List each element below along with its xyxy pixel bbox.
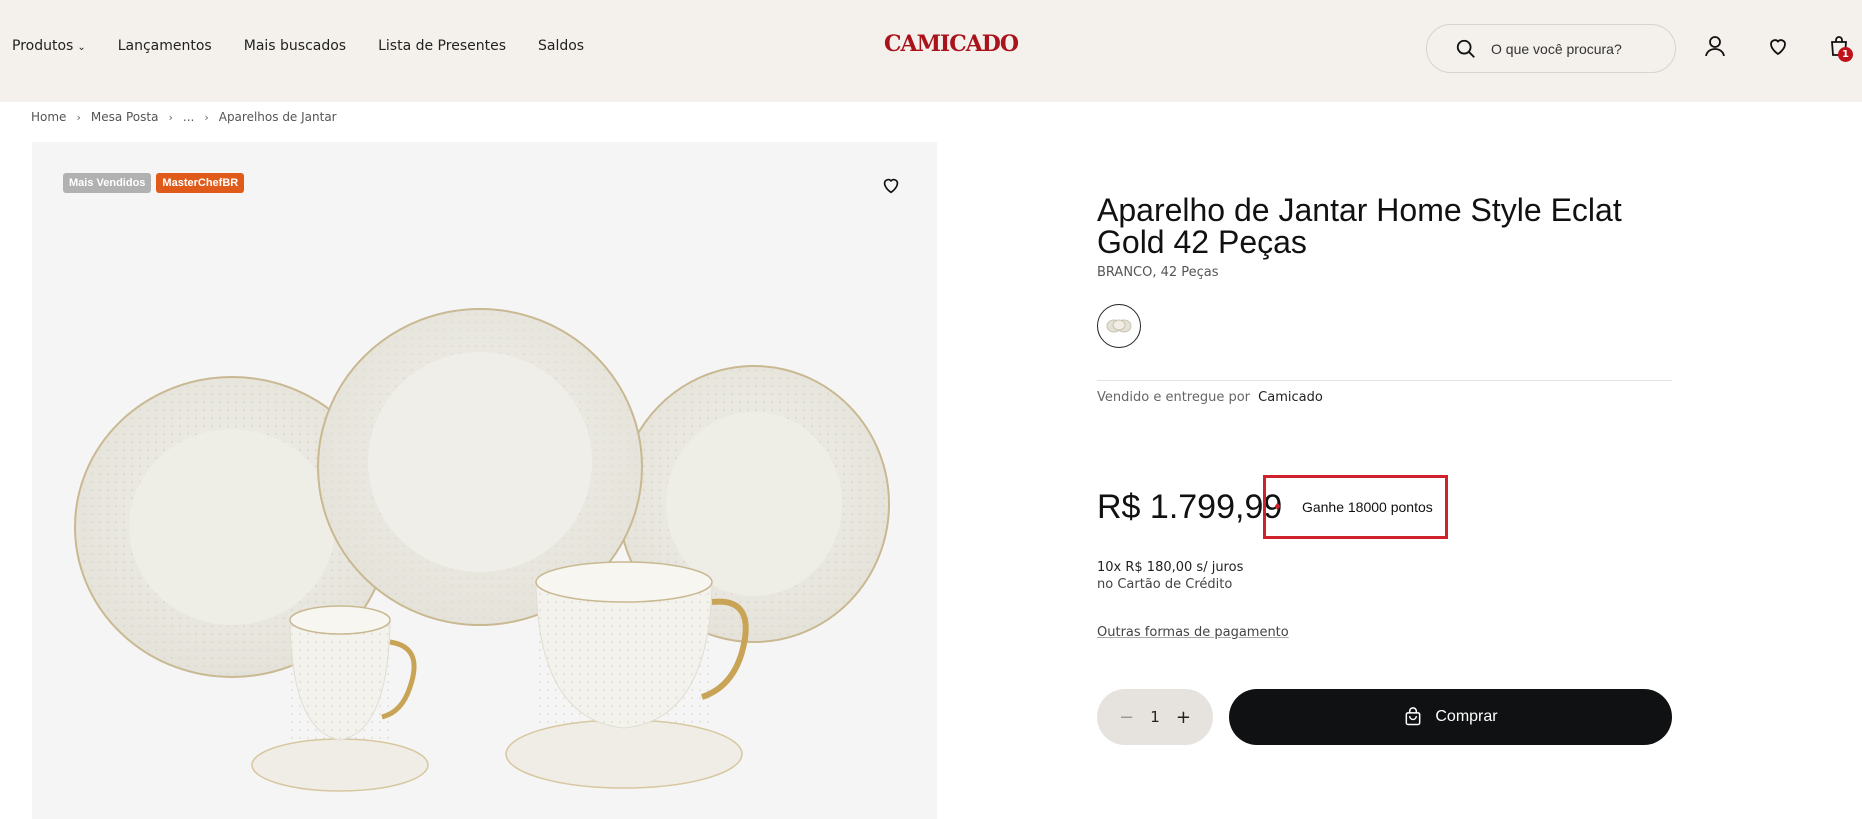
seller-info: Vendido e entregue por Camicado: [1097, 390, 1323, 405]
plus-icon[interactable]: +: [1176, 707, 1191, 728]
quantity-stepper[interactable]: − 1 +: [1097, 689, 1213, 745]
site-header: Produtos ⌄ Lançamentos Mais buscados Lis…: [0, 0, 1862, 102]
seller-name[interactable]: Camicado: [1258, 390, 1323, 405]
cart-count-badge: 1: [1838, 47, 1853, 62]
shopping-bag-icon: [1405, 707, 1421, 726]
installment-text: 10x R$ 180,00 s/ juros: [1097, 560, 1244, 575]
buy-button-label: Comprar: [1435, 708, 1498, 725]
heart-icon[interactable]: [1766, 34, 1790, 58]
main-nav: Produtos ⌄ Lançamentos Mais buscados Lis…: [12, 38, 616, 54]
installment-info: 10x R$ 180,00 s/ juros no Cartão de Créd…: [1097, 559, 1243, 593]
user-icon[interactable]: [1703, 34, 1727, 58]
product-price: R$ 1.799,99: [1097, 488, 1283, 526]
product-title: Aparelho de Jantar Home Style Eclat Gold…: [1097, 192, 1622, 260]
breadcrumb-ellipsis[interactable]: ...: [183, 110, 194, 124]
product-photo: [74, 308, 890, 792]
breadcrumb-home[interactable]: Home: [31, 110, 66, 124]
section-divider: [1097, 380, 1672, 381]
nav-item-produtos[interactable]: Produtos ⌄: [12, 38, 86, 54]
nav-item-mais-buscados[interactable]: Mais buscados: [244, 38, 346, 54]
product-variant: BRANCO, 42 Peças: [1097, 265, 1219, 280]
quantity-value: 1: [1150, 708, 1160, 726]
chevron-down-icon: ⌄: [77, 41, 86, 53]
installment-subtext: no Cartão de Crédito: [1097, 577, 1233, 592]
seller-label: Vendido e entregue por: [1097, 390, 1251, 405]
product-image-gallery[interactable]: Mais Vendidos MasterChefBR: [32, 142, 937, 819]
search-bar[interactable]: [1426, 24, 1676, 73]
chevron-right-icon: ›: [168, 110, 173, 124]
loyalty-points-box: ♦ Ganhe 18000 pontos: [1263, 475, 1448, 539]
nav-item-label: Lista de Presentes: [378, 38, 506, 54]
search-input[interactable]: [1491, 40, 1651, 57]
swatch-thumbnail: [1106, 319, 1132, 333]
nav-item-label: Produtos: [12, 38, 74, 54]
other-payments-link[interactable]: Outras formas de pagamento: [1097, 625, 1289, 640]
chevron-right-icon: ›: [204, 110, 209, 124]
site-logo[interactable]: CAMICADO: [884, 31, 1019, 57]
chevron-right-icon: ›: [76, 110, 81, 124]
buy-button[interactable]: Comprar: [1229, 689, 1672, 745]
diamond-icon: ♦: [1273, 501, 1282, 513]
nav-item-lancamentos[interactable]: Lançamentos: [118, 38, 212, 54]
breadcrumb-mesa-posta[interactable]: Mesa Posta: [91, 110, 159, 124]
nav-item-label: Lançamentos: [117, 38, 212, 54]
nav-item-label: Mais buscados: [243, 38, 347, 54]
nav-item-lista-de-presentes[interactable]: Lista de Presentes: [378, 38, 506, 54]
nav-item-saldos[interactable]: Saldos: [538, 38, 584, 54]
breadcrumb: Home › Mesa Posta › ... › Aparelhos de J…: [31, 110, 337, 124]
variant-swatch[interactable]: [1097, 304, 1141, 348]
breadcrumb-current: Aparelhos de Jantar: [218, 110, 337, 124]
search-icon[interactable]: [1455, 38, 1477, 60]
nav-item-label: Saldos: [538, 38, 585, 54]
loyalty-points-text: Ganhe 18000 pontos: [1301, 499, 1433, 515]
minus-icon[interactable]: −: [1119, 707, 1134, 728]
